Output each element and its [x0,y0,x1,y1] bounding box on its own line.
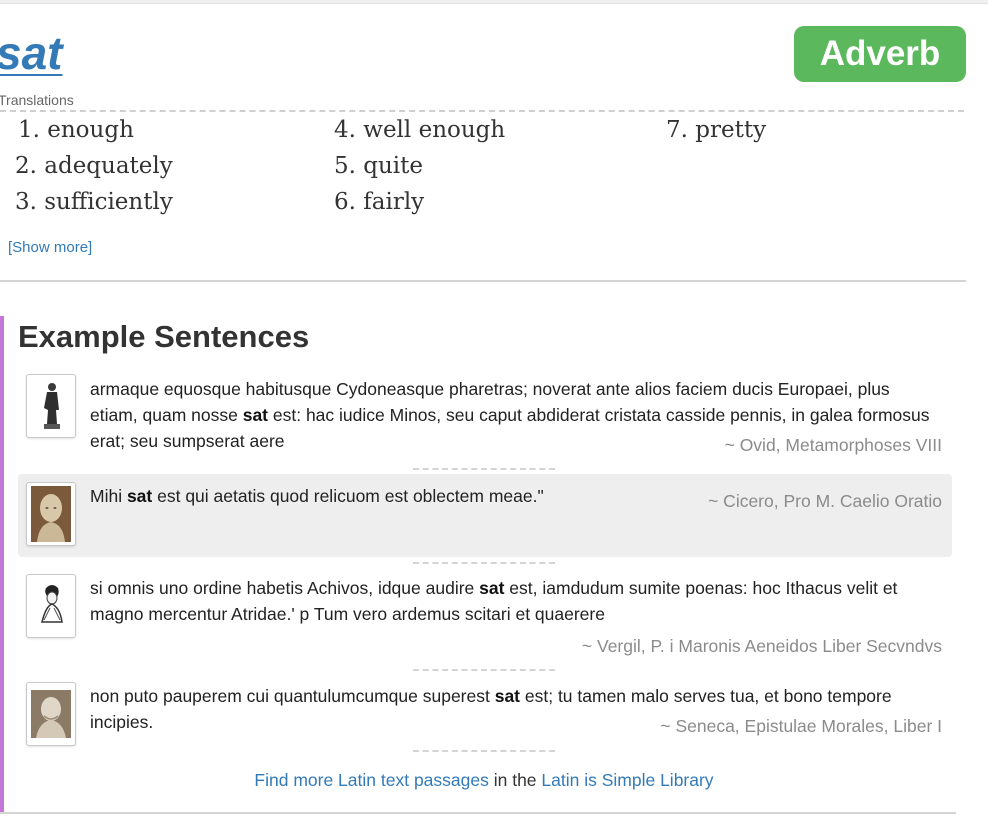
translation-item: 2. adequately [15,153,173,179]
keyword-highlight: sat [126,486,153,506]
show-more-link[interactable]: [Show more] [8,239,92,256]
bottom-divider [0,812,956,814]
translation-item: 7. pretty [666,117,767,143]
example-sentence: non puto pauperem cui quantulumcumque su… [18,678,952,748]
sentence-separator [413,468,555,470]
section-accent-bar [0,316,4,814]
sentence-separator [413,562,555,564]
sentence-text: Mihi sat est qui aetatis quod relicuom e… [90,486,544,506]
find-more-passages-link[interactable]: Find more Latin text passages [254,770,488,790]
example-sentence: armaque equosque habitusque Cydoneasque … [18,370,952,460]
part-of-speech-badge: Adverb [794,26,966,82]
example-sentence: Mihi sat est qui aetatis quod relicuom e… [18,474,952,557]
translations-label: Translations [0,92,74,108]
section-divider [0,280,966,282]
sentence-source[interactable]: ~ Seneca, Epistulae Morales, Liber I [660,716,942,737]
translation-item: 4. well enough [334,117,506,143]
sentence-separator [413,750,555,752]
translation-item: 3. sufficiently [15,189,173,215]
bust-icon[interactable] [26,482,76,546]
translations-divider [0,110,964,112]
sentence-source[interactable]: ~ Vergil, P. i Maronis Aeneidos Liber Se… [582,636,942,657]
example-sentences-heading: Example Sentences [18,319,310,354]
library-line: Find more Latin text passages in the Lat… [0,770,968,791]
statue-icon[interactable] [26,374,76,438]
sentence-source[interactable]: ~ Cicero, Pro M. Caelio Oratio [708,491,942,512]
library-connector-text: in the [488,770,542,790]
sentence-text: si omnis uno ordine habetis Achivos, idq… [90,578,898,624]
keyword-highlight: sat [479,578,505,598]
sentence-source[interactable]: ~ Ovid, Metamorphoses VIII [725,435,942,456]
latin-library-link[interactable]: Latin is Simple Library [541,770,713,790]
top-border [0,0,988,4]
sentence-separator [413,669,555,671]
bust-icon[interactable] [26,682,76,746]
example-sentence: si omnis uno ordine habetis Achivos, idq… [18,570,952,660]
keyword-highlight: sat [242,405,269,425]
keyword-highlight: sat [494,686,521,706]
portrait-sketch-icon[interactable] [26,574,76,638]
word-title-link[interactable]: sat [0,26,62,80]
translation-item: 5. quite [334,153,424,179]
translation-item: 1. enough [18,117,134,143]
translation-item: 6. fairly [334,189,425,215]
